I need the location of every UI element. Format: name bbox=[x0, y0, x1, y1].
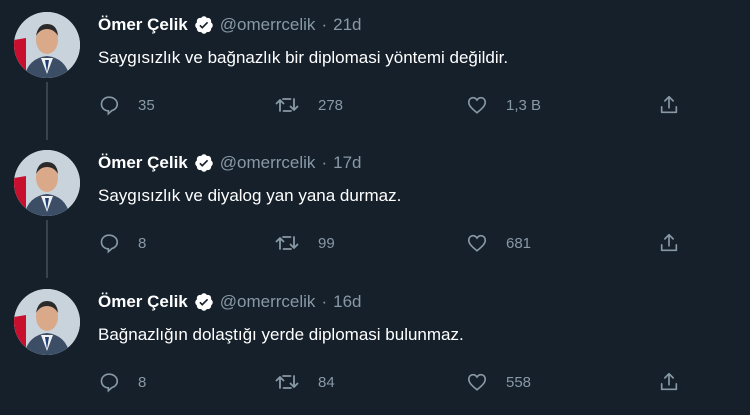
author-name[interactable]: Ömer Çelik bbox=[98, 153, 188, 173]
tweet[interactable]: Ömer Çelik @omerrcelik · 16d Bağnazlığın… bbox=[0, 277, 750, 415]
like-button[interactable]: 1,3 B bbox=[466, 90, 541, 120]
tweet-actions: 8 84 558 bbox=[98, 367, 698, 397]
separator: · bbox=[321, 15, 328, 34]
author-handle[interactable]: @omerrcelik bbox=[220, 15, 316, 35]
tweet[interactable]: Ömer Çelik @omerrcelik · 21d Saygısızlık… bbox=[0, 0, 750, 140]
tweet-header: Ömer Çelik @omerrcelik · 16d bbox=[98, 289, 361, 315]
retweet-button[interactable]: 99 bbox=[274, 228, 335, 258]
author-handle[interactable]: @omerrcelik bbox=[220, 153, 316, 173]
tweet[interactable]: Ömer Çelik @omerrcelik · 17d Saygısızlık… bbox=[0, 138, 750, 278]
heart-icon bbox=[466, 232, 488, 254]
like-count: 558 bbox=[506, 373, 532, 391]
avatar[interactable] bbox=[14, 12, 80, 78]
retweet-icon bbox=[274, 371, 300, 393]
reply-button[interactable]: 8 bbox=[98, 367, 146, 397]
like-button[interactable]: 681 bbox=[466, 228, 531, 258]
reply-button[interactable]: 35 bbox=[98, 90, 155, 120]
author-handle[interactable]: @omerrcelik bbox=[220, 292, 316, 312]
reply-count: 35 bbox=[138, 96, 155, 114]
like-button[interactable]: 558 bbox=[466, 367, 531, 397]
verified-badge-icon bbox=[194, 15, 214, 35]
verified-badge-icon bbox=[194, 292, 214, 312]
tweet-text: Saygısızlık ve diyalog yan yana durmaz. bbox=[98, 186, 402, 205]
verified-badge-icon bbox=[194, 153, 214, 173]
like-count: 1,3 B bbox=[506, 96, 542, 114]
reply-icon bbox=[98, 371, 120, 393]
timestamp[interactable]: 21d bbox=[333, 15, 361, 35]
tweet-actions: 8 99 681 bbox=[98, 228, 698, 258]
retweet-button[interactable]: 84 bbox=[274, 367, 335, 397]
share-icon bbox=[658, 94, 680, 116]
avatar[interactable] bbox=[14, 150, 80, 216]
tweet-text: Saygısızlık ve bağnazlık bir diplomasi y… bbox=[98, 48, 509, 67]
share-button[interactable] bbox=[658, 228, 680, 258]
tweet-text: Bağnazlığın dolaştığı yerde diplomasi bu… bbox=[98, 325, 464, 344]
thread-line bbox=[46, 220, 48, 278]
retweet-icon bbox=[274, 94, 300, 116]
reply-count: 8 bbox=[138, 234, 147, 252]
thread-line bbox=[46, 82, 48, 140]
retweet-button[interactable]: 278 bbox=[274, 90, 343, 120]
retweet-count: 278 bbox=[318, 96, 344, 114]
author-name[interactable]: Ömer Çelik bbox=[98, 15, 188, 35]
share-icon bbox=[658, 371, 680, 393]
heart-icon bbox=[466, 371, 488, 393]
separator: · bbox=[321, 153, 328, 172]
avatar[interactable] bbox=[14, 289, 80, 355]
retweet-count: 99 bbox=[318, 234, 335, 252]
tweet-header: Ömer Çelik @omerrcelik · 21d bbox=[98, 12, 361, 38]
share-button[interactable] bbox=[658, 90, 680, 120]
author-name[interactable]: Ömer Çelik bbox=[98, 292, 188, 312]
reply-icon bbox=[98, 94, 120, 116]
timestamp[interactable]: 17d bbox=[333, 153, 361, 173]
retweet-count: 84 bbox=[318, 373, 335, 391]
reply-button[interactable]: 8 bbox=[98, 228, 146, 258]
timestamp[interactable]: 16d bbox=[333, 292, 361, 312]
share-button[interactable] bbox=[658, 367, 680, 397]
reply-icon bbox=[98, 232, 120, 254]
retweet-icon bbox=[274, 232, 300, 254]
like-count: 681 bbox=[506, 234, 532, 252]
reply-count: 8 bbox=[138, 373, 147, 391]
share-icon bbox=[658, 232, 680, 254]
tweet-header: Ömer Çelik @omerrcelik · 17d bbox=[98, 150, 361, 176]
heart-icon bbox=[466, 94, 488, 116]
tweet-actions: 35 278 1,3 B bbox=[98, 90, 698, 120]
separator: · bbox=[321, 292, 328, 311]
